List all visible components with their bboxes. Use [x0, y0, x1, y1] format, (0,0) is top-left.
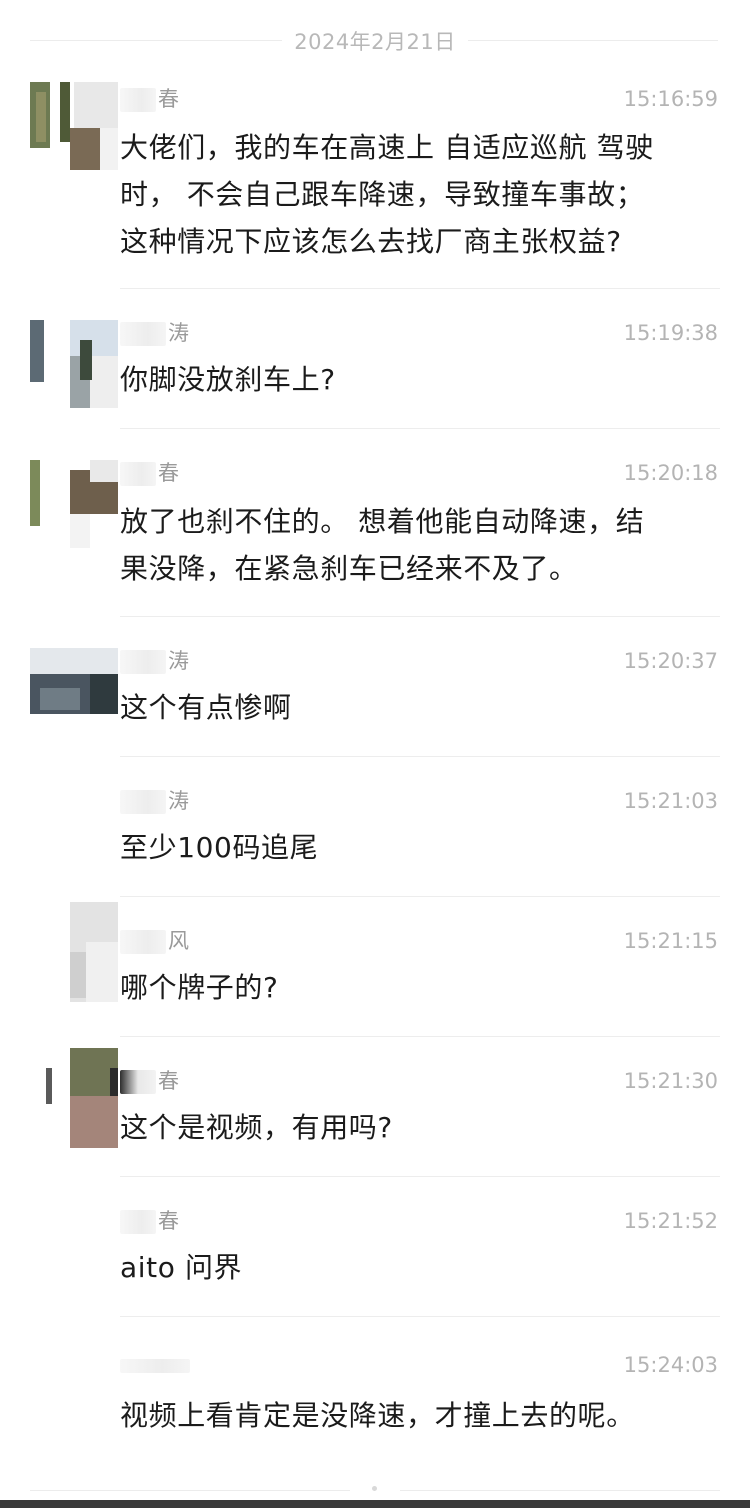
name-redaction: [120, 1070, 156, 1094]
sender-avatar[interactable]: [30, 902, 118, 1002]
message-divider: [120, 1036, 720, 1037]
sender-name-text: 涛: [168, 789, 189, 813]
message-line: 这种情况下应该怎么去找厂商主张权益?: [120, 225, 622, 258]
chat-message[interactable]: 涛 15:20:37 这个有点惨啊: [0, 646, 750, 757]
sender-name-text: 涛: [168, 649, 189, 673]
message-divider: [120, 616, 720, 617]
sender-name: [120, 1350, 192, 1380]
chat-message[interactable]: 春 15:21:52 aito 问界: [0, 1206, 750, 1317]
message-time: 15:21:15: [623, 929, 718, 953]
message-text[interactable]: 这个是视频，有用吗?: [120, 1104, 720, 1151]
message-divider: [120, 1176, 720, 1177]
name-redaction: [120, 650, 166, 674]
message-divider: [120, 428, 720, 429]
chat-message[interactable]: 春 15:20:18 放了也刹不住的。 想着他能自动降速，结 果没降，在紧急刹车…: [0, 458, 750, 617]
chat-message[interactable]: 春 15:21:30 这个是视频，有用吗?: [0, 1048, 750, 1177]
sender-avatar[interactable]: [30, 460, 118, 548]
chat-message[interactable]: 春 15:16:59 大佬们，我的车在高速上 自适应巡航 驾驶 时， 不会自己跟…: [0, 78, 750, 289]
message-line: 你脚没放刹车上?: [120, 363, 336, 396]
sender-name-text: 春: [158, 87, 179, 111]
message-line: 这个是视频，有用吗?: [120, 1111, 393, 1144]
chat-message[interactable]: 风 15:21:15 哪个牌子的?: [0, 902, 750, 1037]
sender-avatar[interactable]: [30, 648, 118, 736]
sender-name: 涛: [120, 786, 189, 816]
name-redaction: [120, 790, 166, 814]
sender-avatar[interactable]: [30, 1208, 118, 1296]
message-divider: [120, 1316, 720, 1317]
chat-message[interactable]: 涛 15:21:03 至少100码追尾: [0, 786, 750, 897]
message-time: 15:19:38: [623, 321, 718, 345]
chat-message[interactable]: 涛 15:19:38 你脚没放刹车上?: [0, 318, 750, 429]
message-divider: [120, 896, 720, 897]
page-indicator-dot: [372, 1486, 377, 1491]
bottom-divider-left: [30, 1490, 350, 1491]
message-line: 哪个牌子的?: [120, 971, 279, 1004]
message-text[interactable]: 至少100码追尾: [120, 824, 720, 871]
name-redaction: [120, 462, 156, 486]
message-time: 15:21:30: [623, 1069, 718, 1093]
sender-avatar[interactable]: [30, 82, 118, 170]
sender-name: 涛: [120, 318, 189, 348]
date-separator: 2024年2月21日: [0, 22, 750, 58]
message-line: 这个有点惨啊: [120, 691, 292, 724]
message-time: 15:24:03: [623, 1353, 718, 1377]
message-text[interactable]: 视频上看肯定是没降速，才撞上去的呢。: [120, 1392, 720, 1439]
message-text[interactable]: 哪个牌子的?: [120, 964, 720, 1011]
sender-name-text: 春: [158, 1069, 179, 1093]
name-redaction: [120, 322, 166, 346]
message-line: 视频上看肯定是没降速，才撞上去的呢。: [120, 1399, 635, 1432]
message-time: 15:21:52: [623, 1209, 718, 1233]
sender-name: 春: [120, 84, 179, 114]
sender-name: 春: [120, 1066, 179, 1096]
message-line: 时， 不会自己跟车降速，导致撞车事故；: [120, 178, 645, 211]
message-line: 大佬们，我的车在高速上 自适应巡航 驾驶: [120, 131, 654, 164]
bottom-bar: [0, 1500, 750, 1508]
message-text[interactable]: 你脚没放刹车上?: [120, 356, 720, 403]
chat-message[interactable]: 15:24:03 视频上看肯定是没降速，才撞上去的呢。: [0, 1348, 750, 1468]
name-redaction: [120, 930, 166, 954]
name-redaction: [120, 88, 156, 112]
date-separator-line-right: [468, 40, 718, 41]
message-line: 至少100码追尾: [120, 831, 319, 864]
sender-name-text: 风: [168, 929, 189, 953]
sender-name-text: 春: [158, 1209, 179, 1233]
message-divider: [120, 288, 720, 289]
message-time: 15:16:59: [623, 87, 718, 111]
sender-avatar[interactable]: [30, 1350, 118, 1438]
sender-avatar[interactable]: [30, 320, 118, 408]
date-separator-label: 2024年2月21日: [294, 30, 456, 54]
message-time: 15:21:03: [623, 789, 718, 813]
message-text[interactable]: aito 问界: [120, 1244, 720, 1291]
sender-name: 春: [120, 458, 179, 488]
message-text[interactable]: 这个有点惨啊: [120, 684, 720, 731]
sender-avatar[interactable]: [30, 1048, 118, 1148]
message-time: 15:20:37: [623, 649, 718, 673]
sender-avatar[interactable]: [30, 788, 118, 876]
sender-name: 春: [120, 1206, 179, 1236]
sender-name: 风: [120, 926, 189, 956]
bottom-divider-right: [400, 1490, 720, 1491]
message-line: aito 问界: [120, 1251, 243, 1284]
sender-name-text: 涛: [168, 321, 189, 345]
sender-name: 涛: [120, 646, 189, 676]
message-text[interactable]: 大佬们，我的车在高速上 自适应巡航 驾驶 时， 不会自己跟车降速，导致撞车事故；…: [120, 124, 720, 265]
name-redaction: [120, 1210, 156, 1234]
message-text[interactable]: 放了也刹不住的。 想着他能自动降速，结 果没降，在紧急刹车已经来不及了。: [120, 498, 720, 592]
sender-name-text: 春: [158, 461, 179, 485]
message-time: 15:20:18: [623, 461, 718, 485]
name-redaction: [120, 1359, 190, 1373]
message-line: 放了也刹不住的。 想着他能自动降速，结: [120, 505, 645, 538]
message-line: 果没降，在紧急刹车已经来不及了。: [120, 552, 578, 585]
message-divider: [120, 756, 720, 757]
